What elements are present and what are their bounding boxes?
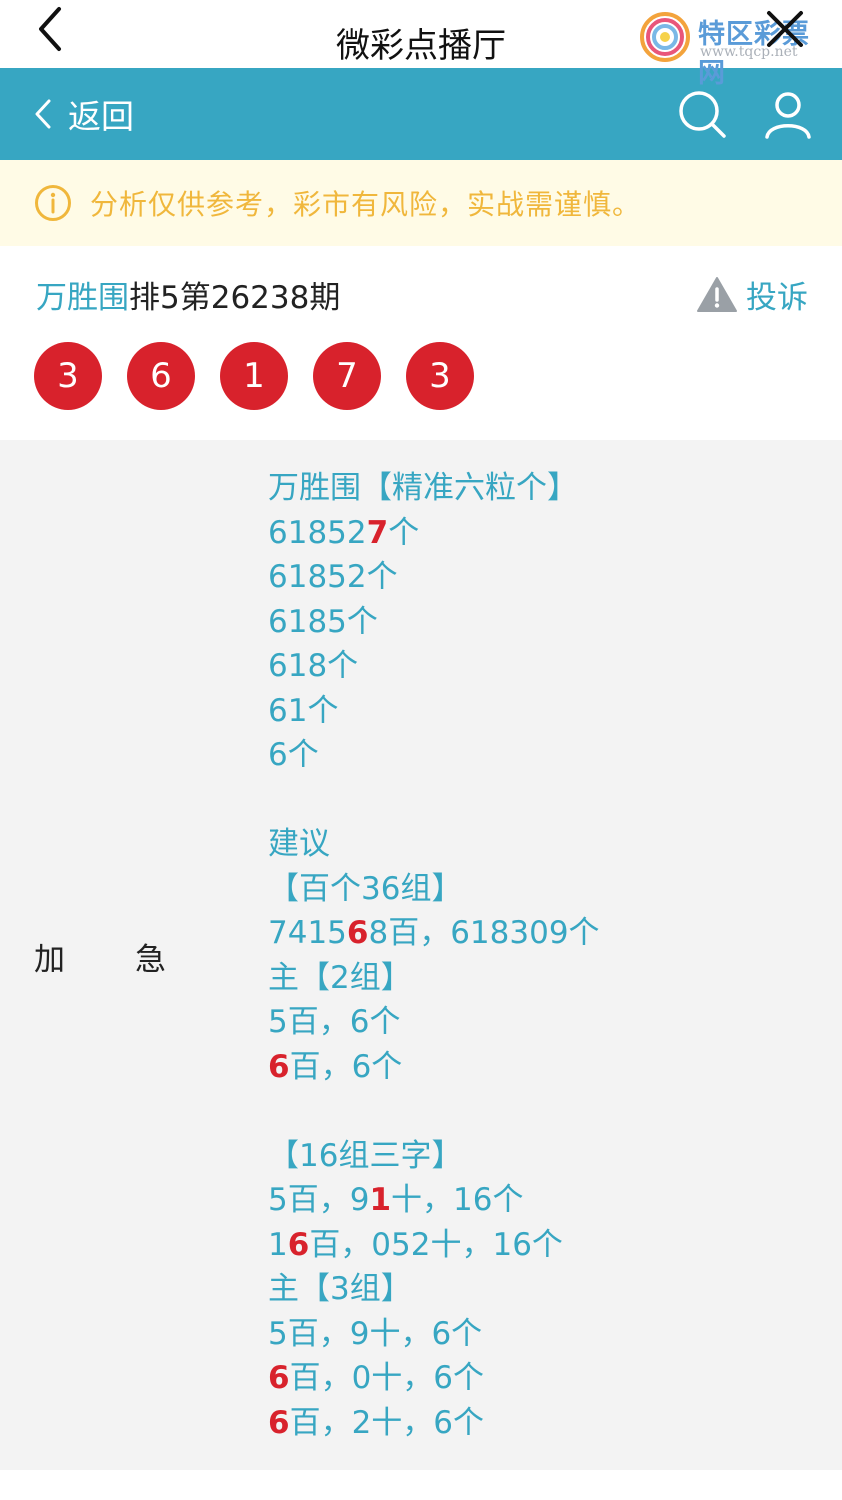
highlight-digit: 6 [268, 1048, 290, 1085]
warning-icon [697, 276, 737, 312]
content-line: 16百，052十，16个 [268, 1223, 828, 1268]
post-title: 万胜围排5第26238期 [36, 272, 340, 317]
chevron-left-icon [35, 99, 51, 129]
line-text: 主【3组】 [268, 1271, 412, 1307]
author-link[interactable]: 万胜围 [36, 280, 129, 316]
line-text: 【百个36组】 [268, 870, 463, 907]
line-text: 61852个 [268, 559, 398, 595]
line-text: 1 [268, 1226, 288, 1263]
line-text: 618个 [268, 648, 359, 684]
content-line: 6百，6个 [268, 1045, 828, 1090]
content-line: 万胜围【精准六粒个】 [268, 466, 828, 511]
tag-label: 加急 [34, 934, 166, 979]
post-content: 加急 万胜围【精准六粒个】 618527个 61852个 6185个 618个 61个 6个… [0, 440, 842, 1470]
info-icon [35, 185, 71, 221]
line-text: 8百，618309个 [368, 915, 600, 951]
line-text: 百，0十，6个 [289, 1360, 485, 1396]
highlight-digit: 6 [287, 1226, 310, 1263]
content-line: 61个 [268, 689, 828, 734]
watermark: 特区彩票网 www.tqcp.net [640, 10, 836, 89]
notice-text: 分析仅供参考，彩市有风险，实战需谨慎。 [90, 188, 642, 221]
line-text: 6185个 [268, 603, 378, 640]
line-text: 【16组三字】 [268, 1137, 463, 1174]
line-text: 百，052十，16个 [309, 1226, 563, 1263]
content-line: 618个 [268, 644, 828, 689]
line-text: 十，16个 [391, 1182, 524, 1218]
user-icon[interactable] [762, 88, 814, 140]
line-text: 万胜围【精准六粒个】 [268, 470, 578, 506]
result-ball: 1 [220, 342, 288, 410]
highlight-digit: 6 [268, 1404, 290, 1441]
content-line: 主【3组】 [268, 1267, 828, 1312]
line-text: 主【2组】 [268, 959, 412, 996]
result-ball: 6 [127, 342, 195, 410]
content-line: 6个 [268, 733, 828, 778]
line-text: 5百，9 [268, 1182, 370, 1218]
close-icon[interactable] [764, 8, 806, 50]
risk-notice: 分析仅供参考，彩市有风险，实战需谨慎。 [0, 160, 842, 246]
prediction-lines: 万胜围【精准六粒个】 618527个 61852个 6185个 618个 61个 6个 建议【… [268, 466, 828, 1445]
content-line: 5百，9十，6个 [268, 1312, 828, 1357]
content-line: 618527个 [268, 511, 828, 556]
result-balls: 36173 [34, 342, 499, 410]
content-line: 5百，91十，16个 [268, 1178, 828, 1223]
line-text: 6个 [268, 737, 319, 773]
result-ball: 3 [34, 342, 102, 410]
complain-label: 投诉 [746, 280, 808, 316]
line-text: 5百，9十，6个 [268, 1315, 483, 1352]
content-line: 6百，2十，6个 [268, 1401, 828, 1446]
line-text: 7415 [268, 915, 347, 951]
highlight-digit: 7 [366, 514, 389, 551]
issue-title: 排5第26238期 [129, 280, 341, 316]
line-text: 5百，6个 [268, 1004, 401, 1040]
content-line: 5百，6个 [268, 1000, 828, 1045]
line-text: 个 [388, 514, 420, 551]
line-text: 建议 [268, 826, 330, 862]
content-line: 6百，0十，6个 [268, 1356, 828, 1401]
highlight-digit: 6 [268, 1360, 290, 1396]
bottom-spacer [0, 1470, 842, 1500]
swirl-logo-icon [640, 12, 690, 62]
line-text: 61852 [268, 514, 367, 551]
tag-label-right: 急 [135, 942, 166, 978]
back-label: 返回 [68, 97, 134, 136]
line-text: 百，6个 [289, 1048, 403, 1085]
highlight-digit: 6 [346, 915, 369, 951]
content-line: 【百个36组】 [268, 867, 828, 912]
content-line: 61852个 [268, 555, 828, 600]
content-line: 【16组三字】 [268, 1134, 828, 1179]
post-header: 万胜围排5第26238期 投诉 36173 [0, 246, 842, 440]
line-text: 百，2十，6个 [289, 1404, 485, 1441]
line-text: 61个 [268, 692, 339, 729]
result-ball: 7 [313, 342, 381, 410]
content-line: 741568百，618309个 [268, 911, 828, 956]
content-line: 6185个 [268, 600, 828, 645]
tag-label-left: 加 [34, 942, 65, 978]
content-line: 建议 [268, 822, 828, 867]
result-ball: 3 [406, 342, 474, 410]
content-line: 主【2组】 [268, 956, 828, 1001]
highlight-digit: 1 [369, 1182, 392, 1218]
back-button[interactable]: 返回 [34, 90, 134, 138]
search-icon[interactable] [676, 88, 728, 140]
complain-button[interactable]: 投诉 [696, 272, 808, 317]
